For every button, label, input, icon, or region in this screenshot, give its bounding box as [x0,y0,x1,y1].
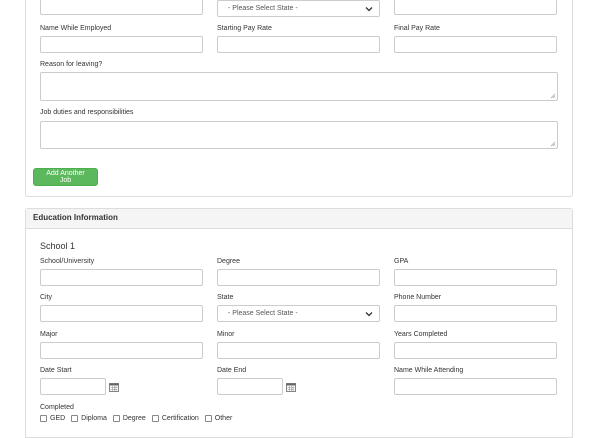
job-duties-label: Job duties and responsibilities [40,109,134,116]
years-completed-input[interactable] [394,342,557,359]
job-duties-textarea[interactable] [40,121,558,149]
gpa-label: GPA [394,258,409,265]
resize-grip-icon[interactable] [550,141,556,147]
degree-label: Degree [217,258,240,265]
degree-input[interactable] [217,269,380,286]
state-select[interactable]: - Please Select State - [217,305,380,322]
calendar-icon[interactable] [109,382,119,392]
final-pay-rate-input[interactable] [394,36,557,53]
calendar-icon[interactable] [286,382,296,392]
add-another-job-button[interactable]: Add Another Job [33,168,98,186]
school-1-title: School 1 [40,241,76,251]
date-end-label: Date End [217,367,247,374]
city-label: City [40,294,53,301]
checkbox[interactable] [71,415,79,422]
chevron-down-icon [365,7,373,12]
previous-state-select[interactable]: - Please Select State - [217,0,380,17]
reason-for-leaving-textarea[interactable] [40,72,558,101]
reason-for-leaving-label: Reason for leaving? [40,61,103,68]
completed-option-certification[interactable]: Certification [151,415,199,422]
city-input[interactable] [40,305,203,322]
previous-state-select-value: - Please Select State - [228,5,298,12]
education-panel-title: Education Information [33,213,118,222]
name-while-attending-label: Name While Attending [394,367,464,374]
resize-grip-icon[interactable] [550,93,556,99]
gpa-input[interactable] [394,269,557,286]
date-start-label: Date Start [40,367,72,374]
previous-row-input-3[interactable] [394,0,557,15]
checkbox[interactable] [204,415,212,422]
minor-input[interactable] [217,342,380,359]
checkbox[interactable] [151,415,159,422]
checkbox[interactable] [112,415,120,422]
date-end-input[interactable] [217,378,283,395]
completed-option-other[interactable]: Other [204,415,232,422]
date-start-input[interactable] [40,378,106,395]
checkbox[interactable] [40,415,47,422]
name-while-employed-label: Name While Employed [40,25,112,32]
name-while-employed-input[interactable] [40,36,203,53]
completed-label: Completed [40,404,74,411]
completed-options: GED Diploma Degree Certification Other [40,415,238,422]
phone-number-input[interactable] [394,305,557,322]
education-panel: Education Information [25,208,573,438]
chevron-down-icon [365,312,373,317]
state-select-value: - Please Select State - [228,310,298,317]
starting-pay-rate-input[interactable] [217,36,380,53]
completed-option-ged[interactable]: GED [40,415,65,422]
minor-label: Minor [217,331,235,338]
state-label: State [217,294,234,301]
school-university-input[interactable] [40,269,203,286]
starting-pay-rate-label: Starting Pay Rate [217,25,272,32]
school-university-label: School/University [40,258,95,265]
major-input[interactable] [40,342,203,359]
name-while-attending-input[interactable] [394,378,557,395]
years-completed-label: Years Completed [394,331,448,338]
major-label: Major [40,331,58,338]
completed-option-diploma[interactable]: Diploma [71,415,107,422]
final-pay-rate-label: Final Pay Rate [394,25,440,32]
education-panel-header: Education Information [26,209,572,229]
phone-number-label: Phone Number [394,294,442,301]
completed-option-degree[interactable]: Degree [112,415,146,422]
previous-row-input-1[interactable] [40,0,203,15]
